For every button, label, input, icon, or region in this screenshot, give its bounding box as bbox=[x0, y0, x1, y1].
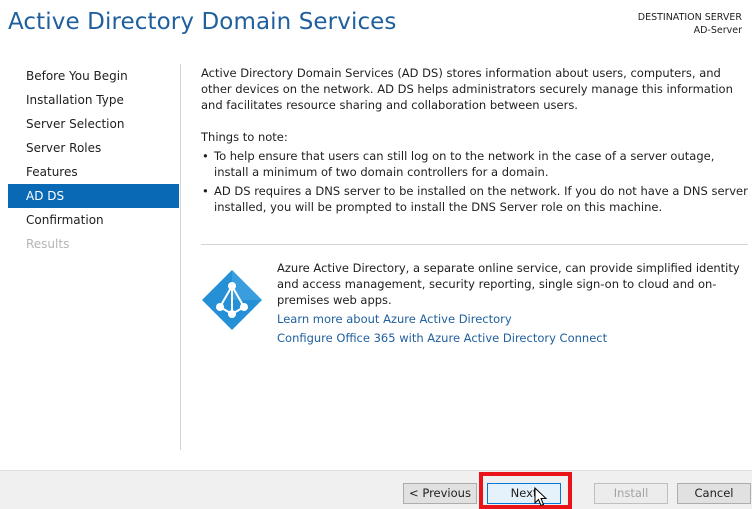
destination-server-label: DESTINATION SERVER bbox=[637, 12, 742, 23]
install-button: Install bbox=[594, 483, 668, 504]
nav-item-features[interactable]: Features bbox=[8, 160, 179, 184]
wizard-navigation: Before You Begin Installation Type Serve… bbox=[8, 64, 179, 256]
configure-office365-link[interactable]: Configure Office 365 with Azure Active D… bbox=[277, 330, 747, 346]
note-item: AD DS requires a DNS server to be instal… bbox=[201, 183, 749, 215]
next-button-highlight bbox=[479, 472, 572, 509]
note-item: To help ensure that users can still log … bbox=[201, 148, 749, 180]
nav-item-before-you-begin[interactable]: Before You Begin bbox=[8, 64, 179, 88]
intro-paragraph: Active Directory Domain Services (AD DS)… bbox=[201, 66, 733, 112]
nav-item-server-roles[interactable]: Server Roles bbox=[8, 136, 179, 160]
azure-description: Azure Active Directory, a separate onlin… bbox=[277, 261, 740, 307]
destination-server-value: AD-Server bbox=[693, 25, 742, 36]
notes-list: To help ensure that users can still log … bbox=[201, 148, 749, 215]
cancel-button[interactable]: Cancel bbox=[677, 483, 751, 504]
mouse-pointer-icon bbox=[534, 486, 548, 507]
page-title: Active Directory Domain Services bbox=[8, 9, 397, 35]
destination-server: DESTINATION SERVER AD-Server bbox=[638, 11, 742, 37]
nav-item-installation-type[interactable]: Installation Type bbox=[8, 88, 179, 112]
nav-item-results: Results bbox=[26, 237, 70, 251]
azure-section: Azure Active Directory, a separate onlin… bbox=[277, 260, 747, 346]
nav-item-ad-ds[interactable]: AD DS bbox=[8, 184, 179, 208]
previous-button[interactable]: < Previous bbox=[403, 483, 477, 504]
learn-azure-ad-link[interactable]: Learn more about Azure Active Directory bbox=[277, 311, 747, 327]
main-content: Active Directory Domain Services (AD DS)… bbox=[201, 65, 749, 218]
notes-heading: Things to note: bbox=[201, 130, 288, 144]
vertical-divider bbox=[180, 64, 181, 450]
azure-active-directory-icon bbox=[201, 269, 263, 331]
nav-item-server-selection[interactable]: Server Selection bbox=[8, 112, 179, 136]
nav-item-confirmation[interactable]: Confirmation bbox=[8, 208, 179, 232]
wizard-footer: < Previous Next Install Cancel bbox=[0, 470, 752, 509]
horizontal-divider bbox=[201, 244, 748, 245]
